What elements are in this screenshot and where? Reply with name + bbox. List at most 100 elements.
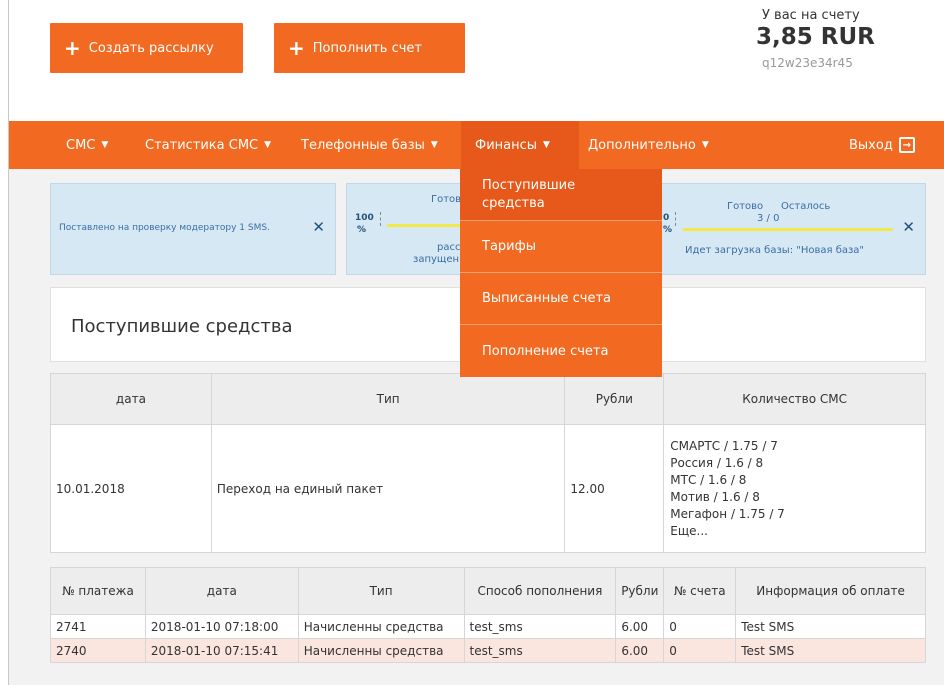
menu-item-label: Тарифы (482, 239, 536, 254)
nav-item-label: Финансы (475, 137, 538, 153)
nav-item-phone-bases[interactable]: Телефонные базы ▼ (287, 121, 452, 169)
menu-item-tariffs[interactable]: Тарифы (460, 221, 662, 273)
chevron-down-icon: ▼ (101, 140, 109, 150)
column-header: № платежа (50, 567, 146, 615)
nav-item-label: СМС (66, 137, 96, 153)
payment-info-cell: Test SMS (735, 614, 926, 639)
chevron-down-icon: ▼ (264, 140, 272, 150)
finance-dropdown-menu: Поступившие средства Тарифы Выписанные с… (460, 169, 662, 377)
plus-icon: + (64, 36, 81, 60)
progress-percent-unit: % (357, 225, 367, 235)
summary-table: дата Тип Рубли Количество СМС 10.01.2018… (50, 373, 926, 553)
main-nav: СМС ▼ Статистика СМС ▼ Телефонные базы ▼… (9, 121, 944, 169)
type-cell: Переход на единый пакет (210, 424, 566, 553)
table-row: 2740 2018-01-10 07:15:41 Начисленны сред… (50, 638, 926, 663)
progress-bar (683, 228, 893, 231)
menu-item-received-funds[interactable]: Поступившие средства (460, 169, 662, 221)
sign-out-icon: → (898, 137, 915, 153)
chevron-down-icon: ▼ (430, 140, 438, 150)
create-mailing-button[interactable]: + Создать рассылку (50, 23, 243, 73)
column-header: Тип (297, 567, 465, 615)
column-header: Тип (210, 373, 566, 425)
create-mailing-label: Создать рассылку (88, 40, 214, 56)
payment-id-cell: 2740 (50, 638, 146, 663)
menu-item-label: Поступившие (482, 177, 576, 193)
top-up-button[interactable]: + Пополнить счет (274, 23, 465, 73)
top-up-label: Пополнить счет (312, 40, 422, 56)
nav-item-label: Телефонные базы (301, 137, 425, 153)
nav-item-sms[interactable]: СМС ▼ (52, 121, 122, 169)
moderation-notice: Поставлено на проверку модератору 1 SMS.… (50, 183, 336, 275)
balance-label: У вас на счету (762, 8, 860, 23)
invoice-cell: 0 (663, 638, 737, 663)
chevron-down-icon: ▼ (543, 140, 550, 150)
mailing-progress-notice: Готов 100 % расс запущен (346, 183, 467, 275)
menu-item-label: Пополнение счета (482, 343, 609, 359)
column-header: дата (144, 567, 299, 615)
progress-tick (675, 212, 676, 226)
menu-item-label: Выписанные счета (482, 291, 612, 306)
balance-panel: У вас на счету 3,85 RUR q12w23e34r45 (752, 8, 892, 70)
progress-text-line2: запущен (413, 254, 460, 265)
upload-text: Идет загрузка базы: "Новая база" (685, 245, 865, 256)
progress-tick (380, 212, 381, 226)
more-link[interactable]: Еще... (670, 523, 920, 540)
table-row: 10.01.2018 Переход на единый пакет 12.00… (50, 424, 926, 553)
column-header: дата (50, 373, 212, 425)
menu-item-top-up[interactable]: Пополнение счета (460, 325, 662, 377)
table-row: 2741 2018-01-10 07:18:00 Начисленны сред… (50, 614, 926, 639)
date-cell: 10.01.2018 (50, 424, 212, 553)
operator-line: Мегафон / 1.75 / 7 (670, 506, 785, 521)
payment-info-cell: Test SMS (735, 638, 926, 663)
rubles-cell: 12.00 (564, 424, 665, 553)
progress-percent: 100 (355, 213, 374, 223)
base-upload-notice: 0 % Готово Осталось 3 / 0 Идет загрузка … (640, 183, 926, 275)
payments-table: № платежа дата Тип Способ пополнения Руб… (50, 567, 926, 663)
close-icon[interactable]: ✕ (902, 218, 915, 236)
sms-count-cell: СМАРТС / 1.75 / 7 Россия / 1.6 / 8 МТС /… (663, 424, 926, 553)
column-header: Рубли (615, 567, 665, 615)
column-header: № счета (663, 567, 737, 615)
chevron-down-icon: ▼ (701, 140, 709, 150)
date-cell: 2018-01-10 07:15:41 (144, 638, 299, 663)
invoice-cell: 0 (663, 614, 737, 639)
nav-item-extra[interactable]: Дополнительно ▼ (574, 121, 723, 169)
close-icon[interactable]: ✕ (312, 218, 325, 236)
operator-line: МТС / 1.6 / 8 (670, 472, 747, 487)
column-header: Количество СМС (663, 373, 926, 425)
progress-percent-unit: % (663, 225, 673, 235)
ready-label: Готов (431, 194, 462, 205)
balance-amount: 3,85 RUR (756, 24, 875, 50)
progress-percent: 0 (663, 213, 670, 223)
column-header: Информация об оплате (735, 567, 926, 615)
operator-line: Мотив / 1.6 / 8 (670, 489, 760, 504)
menu-item-invoices[interactable]: Выписанные счета (460, 273, 662, 325)
method-cell: test_sms (463, 614, 617, 639)
nav-item-finance[interactable]: Финансы ▼ (461, 121, 579, 169)
type-cell: Начисленны средства (297, 638, 465, 663)
exit-button[interactable]: Выход → (835, 121, 929, 169)
column-header: Способ пополнения (463, 567, 617, 615)
ready-label: Готово (727, 201, 764, 212)
progress-counts: 3 / 0 (757, 213, 780, 224)
progress-bar (387, 224, 467, 227)
nav-item-label: Дополнительно (588, 137, 696, 153)
nav-item-sms-stats[interactable]: Статистика СМС ▼ (131, 121, 285, 169)
page-title: Поступившие средства (71, 316, 293, 337)
operator-line: СМАРТС / 1.75 / 7 (670, 438, 778, 453)
notice-text: Поставлено на проверку модератору 1 SMS. (59, 223, 270, 233)
column-header: Рубли (564, 373, 665, 425)
operator-line: Россия / 1.6 / 8 (670, 455, 764, 470)
rubles-cell: 6.00 (615, 614, 665, 639)
rubles-cell: 6.00 (615, 638, 665, 663)
progress-text-line1: расс (437, 242, 461, 253)
exit-label: Выход (849, 137, 893, 153)
menu-item-label: средства (482, 195, 545, 211)
account-login: q12w23e34r45 (762, 56, 853, 70)
remaining-label: Осталось (781, 201, 831, 212)
payment-id-cell: 2741 (50, 614, 146, 639)
date-cell: 2018-01-10 07:18:00 (144, 614, 299, 639)
plus-icon: + (288, 36, 305, 60)
method-cell: test_sms (463, 638, 617, 663)
type-cell: Начисленны средства (297, 614, 465, 639)
